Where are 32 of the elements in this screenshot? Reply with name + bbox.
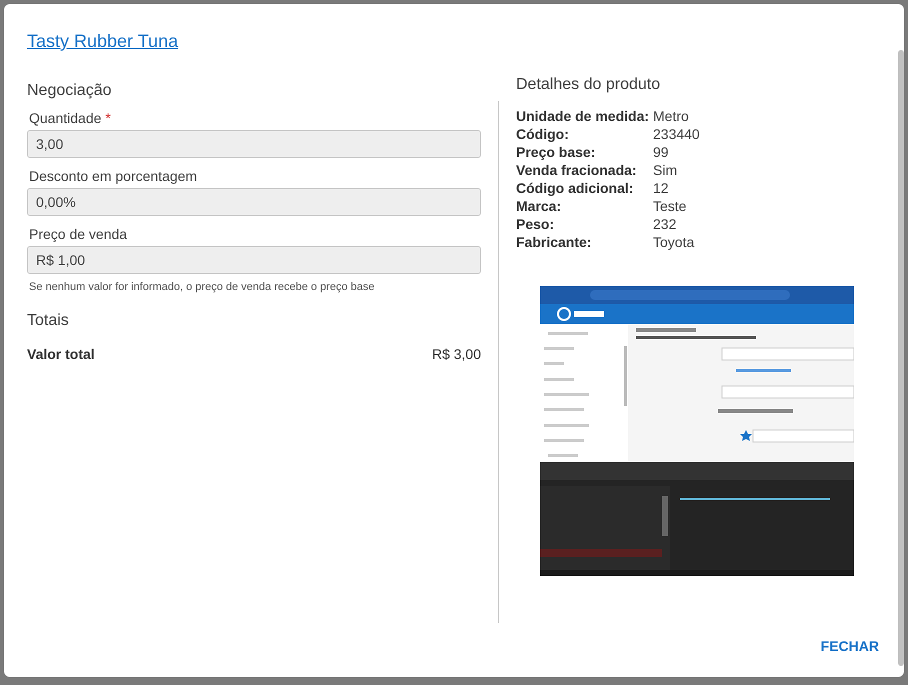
detail-value: 12 [653,179,670,198]
help-text: Se nenhum valor for informado, o preço de venda recebe o preço base [29,280,376,296]
detail-value: 233440 [653,125,701,144]
section-heading: Totais [27,310,70,330]
detail-label: Venda fracionada: [516,161,638,180]
input-field[interactable]: 0,00% [27,188,481,216]
detail-value: Teste [653,197,688,216]
detail-label: Fabricante: [516,233,592,252]
total-value: R$ 3,00 [432,344,481,364]
field-label: Desconto em porcentagem [29,167,198,186]
detail-label: Unidade de medida: [516,107,650,126]
detail-value: 232 [653,215,678,234]
required-mark: * [105,110,111,126]
field-label: Preço de venda [29,225,128,244]
scrollbar[interactable] [898,50,904,666]
product-title-link[interactable]: Tasty Rubber Tuna [27,28,178,55]
detail-label: Código: [516,125,570,144]
close-button[interactable]: FECHAR [810,630,889,663]
detail-value: 99 [653,143,670,162]
section-heading: Negociação [27,81,112,100]
detail-label: Preço base: [516,143,596,162]
section-heading: Detalhes do produto [516,75,662,94]
detail-value: Toyota [653,233,696,252]
input-field[interactable]: R$ 1,00 [27,246,481,274]
detail-value: Metro [653,107,690,126]
detail-label: Marca: [516,197,562,216]
total-label: Valor total [27,344,95,364]
input-field[interactable]: 3,00 [27,130,481,158]
detail-value: Sim [653,161,678,180]
detail-label: Código adicional: [516,179,634,198]
detail-label: Peso: [516,215,556,234]
field-label: Quantidade [29,109,102,128]
